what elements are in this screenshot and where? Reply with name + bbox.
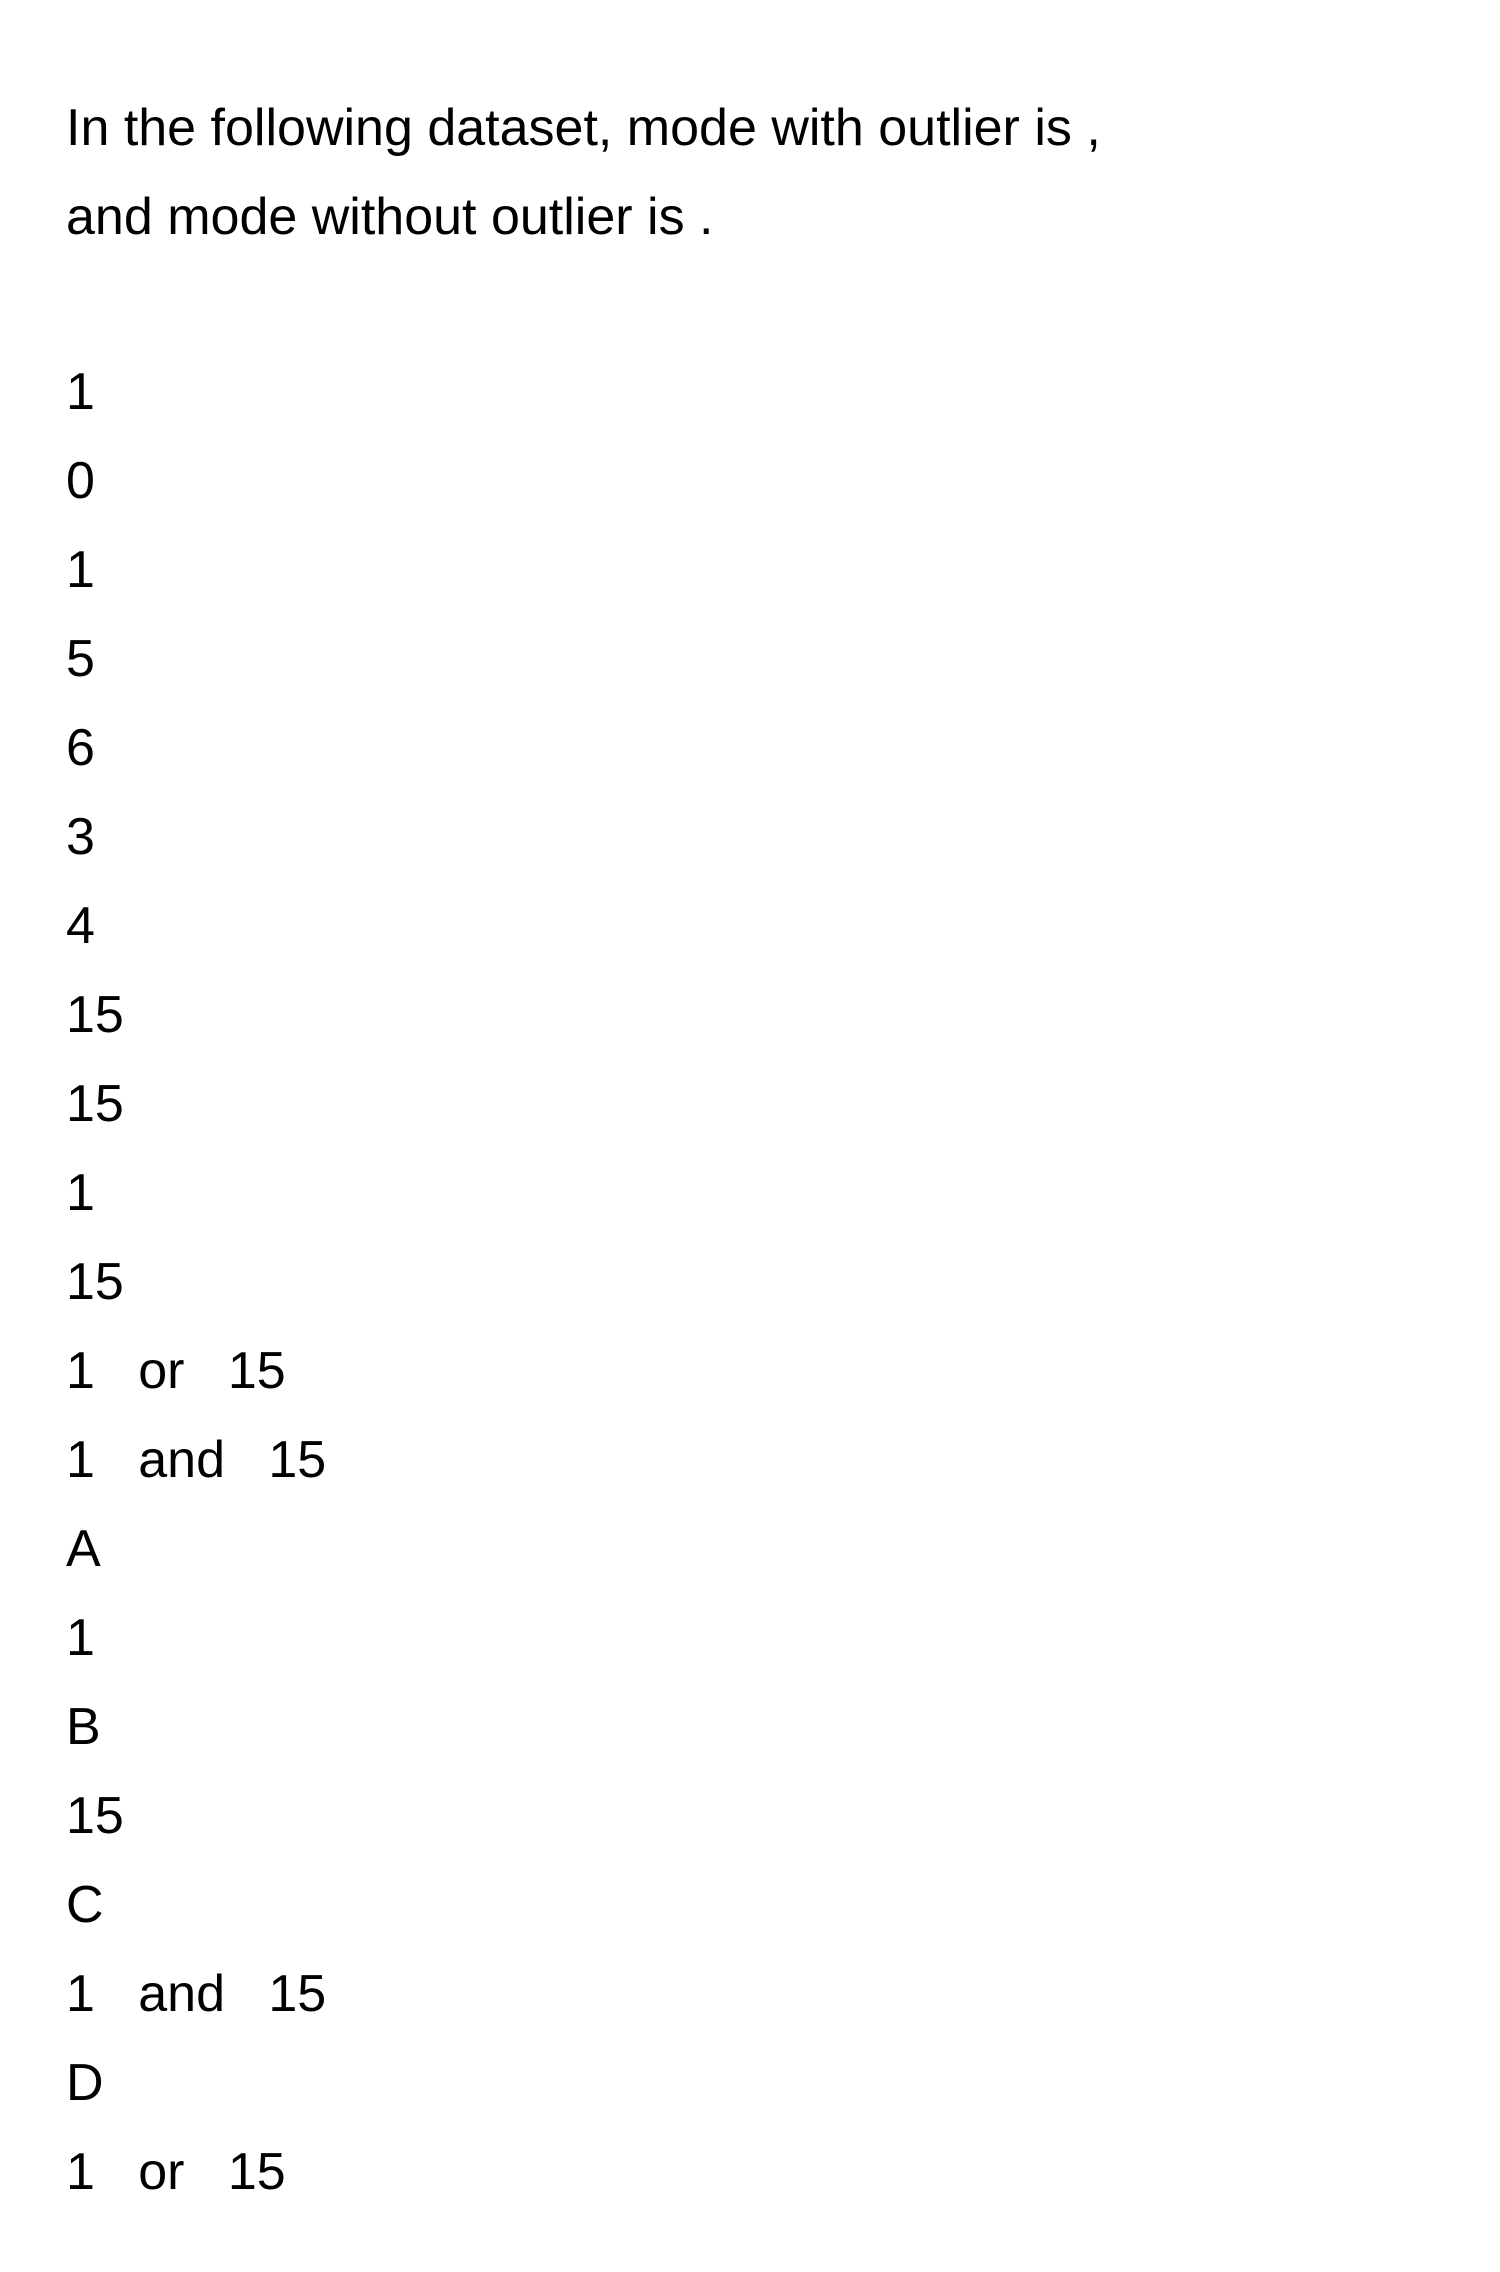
dataset-value: 5 bbox=[66, 630, 95, 688]
dataset-value: 1 bbox=[66, 363, 95, 421]
question-text: In the following dataset, mode with outl… bbox=[66, 84, 1460, 262]
option-a-text[interactable]: 1 bbox=[66, 1594, 1460, 1683]
dataset-value: 3 bbox=[66, 808, 95, 866]
option-d-label[interactable]: D bbox=[66, 2039, 1460, 2128]
question-line-1: In the following dataset, mode with outl… bbox=[66, 99, 1101, 157]
dataset-value: 4 bbox=[66, 897, 95, 955]
question-line-2: and mode without outlier is . bbox=[66, 188, 714, 246]
dataset-value: 1 bbox=[66, 1164, 95, 1222]
dataset-value: 6 bbox=[66, 719, 95, 777]
text-line: 1 and 15 bbox=[66, 1431, 327, 1489]
option-b-text[interactable]: 15 bbox=[66, 1772, 1460, 1861]
dataset-value: 1 bbox=[66, 541, 95, 599]
option-c-text[interactable]: 1 and 15 bbox=[66, 1950, 1460, 2039]
option-a-label[interactable]: A bbox=[66, 1505, 1460, 1594]
option-d-text[interactable]: 1 or 15 bbox=[66, 2128, 1460, 2217]
option-b-label[interactable]: B bbox=[66, 1683, 1460, 1772]
dataset-value: 15 bbox=[66, 986, 124, 1044]
question-container: In the following dataset, mode with outl… bbox=[66, 84, 1460, 2217]
dataset-value: 15 bbox=[66, 1075, 124, 1133]
dataset-value: 0 bbox=[66, 452, 95, 510]
text-line: 1 or 15 bbox=[66, 1342, 286, 1400]
dataset-value: 15 bbox=[66, 1253, 124, 1311]
content-lines: 1 0 1 5 6 3 4 15 15 1 15 1 or 15 1 and 1… bbox=[66, 348, 1460, 2217]
option-c-label[interactable]: C bbox=[66, 1861, 1460, 1950]
